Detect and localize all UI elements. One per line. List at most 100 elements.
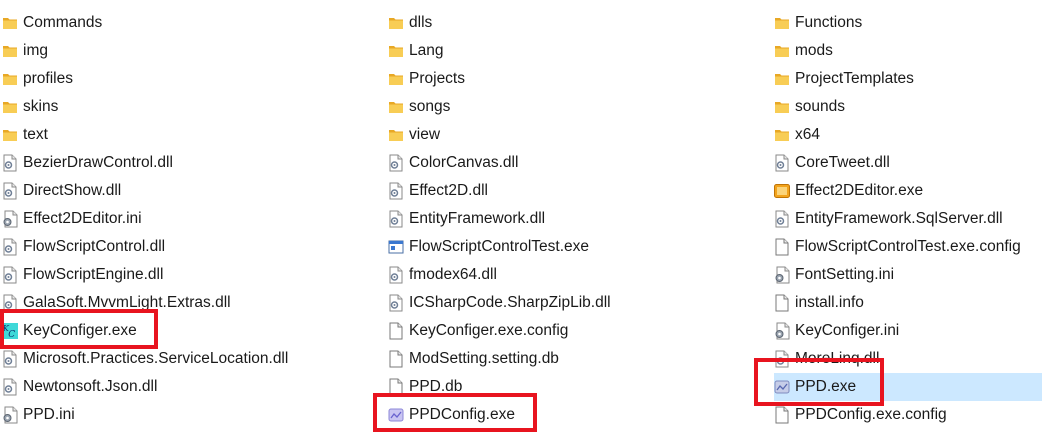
file-item-flowscriptcontroltest-exe[interactable]: FlowScriptControlTest.exe bbox=[388, 233, 768, 261]
folder-icon bbox=[2, 42, 18, 60]
file-item-view[interactable]: view bbox=[388, 121, 768, 149]
file-name: ProjectTemplates bbox=[795, 70, 914, 87]
file-name: GalaSoft.MvvmLight.Extras.dll bbox=[23, 294, 231, 311]
file-item-install-info[interactable]: install.info bbox=[774, 289, 1044, 317]
file-item-galasoft-mvvmlight-extras-dll[interactable]: GalaSoft.MvvmLight.Extras.dll bbox=[2, 289, 382, 317]
file-item-ppd-ini[interactable]: PPD.ini bbox=[2, 401, 382, 429]
file-item-ppdconfig-exe[interactable]: PPDConfig.exe bbox=[388, 401, 768, 429]
file-name: ModSetting.setting.db bbox=[409, 350, 559, 367]
file-name: songs bbox=[409, 98, 451, 115]
file-item-fontsetting-ini[interactable]: FontSetting.ini bbox=[774, 261, 1044, 289]
file-item-dlls[interactable]: dlls bbox=[388, 9, 768, 37]
folder-icon bbox=[774, 98, 790, 116]
file-name: Projects bbox=[409, 70, 465, 87]
file-name: KeyConfiger.ini bbox=[795, 322, 900, 339]
file-name: install.info bbox=[795, 294, 864, 311]
file-item-effect2d-dll[interactable]: Effect2D.dll bbox=[388, 177, 768, 205]
file-item-skins[interactable]: skins bbox=[2, 93, 382, 121]
file-item-img[interactable]: img bbox=[2, 37, 382, 65]
file-item-newtonsoft-json-dll[interactable]: Newtonsoft.Json.dll bbox=[2, 373, 382, 401]
file-item-morelinq-dll[interactable]: MoreLinq.dll bbox=[774, 345, 1044, 373]
folder-icon bbox=[388, 70, 404, 88]
file-item-text[interactable]: text bbox=[2, 121, 382, 149]
dll-file-icon bbox=[774, 210, 790, 228]
file-name: FlowScriptControlTest.exe.config bbox=[795, 238, 1021, 255]
file-item-projecttemplates[interactable]: ProjectTemplates bbox=[774, 65, 1044, 93]
file-item-commands[interactable]: Commands bbox=[2, 9, 382, 37]
file-item-x64[interactable]: x64 bbox=[774, 121, 1044, 149]
file-item-coretweet-dll[interactable]: CoreTweet.dll bbox=[774, 149, 1044, 177]
file-item-effect2deditor-exe[interactable]: Effect2DEditor.exe bbox=[774, 177, 1044, 205]
file-item-icsharpcode-sharpziplib-dll[interactable]: ICSharpCode.SharpZipLib.dll bbox=[388, 289, 768, 317]
dll-file-icon bbox=[2, 238, 18, 256]
file-item-lang[interactable]: Lang bbox=[388, 37, 768, 65]
file-item-ppd-db[interactable]: PPD.db bbox=[388, 373, 768, 401]
file-name: x64 bbox=[795, 126, 820, 143]
file-item-mods[interactable]: mods bbox=[774, 37, 1044, 65]
file-item-keyconfiger-ini[interactable]: KeyConfiger.ini bbox=[774, 317, 1044, 345]
dll-file-icon bbox=[2, 294, 18, 312]
file-name: KeyConfiger.exe bbox=[23, 322, 137, 339]
file-name: ColorCanvas.dll bbox=[409, 154, 519, 171]
file-item-profiles[interactable]: profiles bbox=[2, 65, 382, 93]
blank-file-icon bbox=[774, 406, 790, 424]
file-item-functions[interactable]: Functions bbox=[774, 9, 1044, 37]
file-name: img bbox=[23, 42, 48, 59]
file-item-ppd-exe[interactable]: PPD.exe bbox=[774, 373, 1042, 401]
folder-icon bbox=[774, 70, 790, 88]
dll-file-icon bbox=[388, 266, 404, 284]
file-item-directshow-dll[interactable]: DirectShow.dll bbox=[2, 177, 382, 205]
file-name: FlowScriptControl.dll bbox=[23, 238, 166, 255]
file-name: Newtonsoft.Json.dll bbox=[23, 378, 158, 395]
file-item-songs[interactable]: songs bbox=[388, 93, 768, 121]
dll-file-icon bbox=[2, 378, 18, 396]
ppd-app-icon bbox=[774, 378, 790, 396]
file-name: Functions bbox=[795, 14, 863, 31]
file-item-flowscriptcontroltest-exe-config[interactable]: FlowScriptControlTest.exe.config bbox=[774, 233, 1044, 261]
dll-file-icon bbox=[388, 294, 404, 312]
file-item-modsetting-setting-db[interactable]: ModSetting.setting.db bbox=[388, 345, 768, 373]
file-item-fmodex64-dll[interactable]: fmodex64.dll bbox=[388, 261, 768, 289]
keyconfiger-app-icon: KC bbox=[2, 322, 18, 340]
file-name: CoreTweet.dll bbox=[795, 154, 890, 171]
window-app-icon bbox=[388, 238, 404, 256]
file-item-microsoft-practices-servicelocation-dll[interactable]: Microsoft.Practices.ServiceLocation.dll bbox=[2, 345, 382, 373]
file-item-sounds[interactable]: sounds bbox=[774, 93, 1044, 121]
file-column-2: dlls Lang Projects songs view ColorCanvas.dll… bbox=[388, 9, 768, 429]
folder-icon bbox=[2, 98, 18, 116]
file-item-projects[interactable]: Projects bbox=[388, 65, 768, 93]
file-item-flowscriptengine-dll[interactable]: FlowScriptEngine.dll bbox=[2, 261, 382, 289]
file-name: mods bbox=[795, 42, 833, 59]
file-name: FontSetting.ini bbox=[795, 266, 895, 283]
file-item-effect2deditor-ini[interactable]: Effect2DEditor.ini bbox=[2, 205, 382, 233]
folder-icon bbox=[774, 126, 790, 144]
file-name: view bbox=[409, 126, 441, 143]
file-name: EntityFramework.dll bbox=[409, 210, 546, 227]
folder-icon bbox=[388, 42, 404, 60]
file-name: PPD.db bbox=[409, 378, 463, 395]
dll-file-icon bbox=[2, 154, 18, 172]
folder-icon bbox=[774, 14, 790, 32]
folder-icon bbox=[388, 14, 404, 32]
blank-file-icon bbox=[774, 238, 790, 256]
file-name: ICSharpCode.SharpZipLib.dll bbox=[409, 294, 611, 311]
folder-icon bbox=[774, 42, 790, 60]
file-name: PPD.exe bbox=[795, 378, 857, 395]
blank-file-icon bbox=[774, 294, 790, 312]
effect2deditor-app-icon bbox=[774, 182, 790, 200]
file-item-keyconfiger-exe[interactable]: K C KeyConfiger.exe bbox=[2, 317, 382, 345]
file-item-entityframework-sqlserver-dll[interactable]: EntityFramework.SqlServer.dll bbox=[774, 205, 1044, 233]
file-name: skins bbox=[23, 98, 59, 115]
dll-file-icon bbox=[2, 182, 18, 200]
file-item-bezierdrawcontrol-dll[interactable]: BezierDrawControl.dll bbox=[2, 149, 382, 177]
file-item-colorcanvas-dll[interactable]: ColorCanvas.dll bbox=[388, 149, 768, 177]
file-item-flowscriptcontrol-dll[interactable]: FlowScriptControl.dll bbox=[2, 233, 382, 261]
dll-file-icon bbox=[774, 154, 790, 172]
file-item-entityframework-dll[interactable]: EntityFramework.dll bbox=[388, 205, 768, 233]
svg-text:C: C bbox=[8, 330, 15, 340]
file-item-ppdconfig-exe-config[interactable]: PPDConfig.exe.config bbox=[774, 401, 1044, 429]
dll-file-icon bbox=[2, 350, 18, 368]
file-item-keyconfiger-exe-config[interactable]: KeyConfiger.exe.config bbox=[388, 317, 768, 345]
dll-file-icon bbox=[2, 266, 18, 284]
file-name: KeyConfiger.exe.config bbox=[409, 322, 569, 339]
